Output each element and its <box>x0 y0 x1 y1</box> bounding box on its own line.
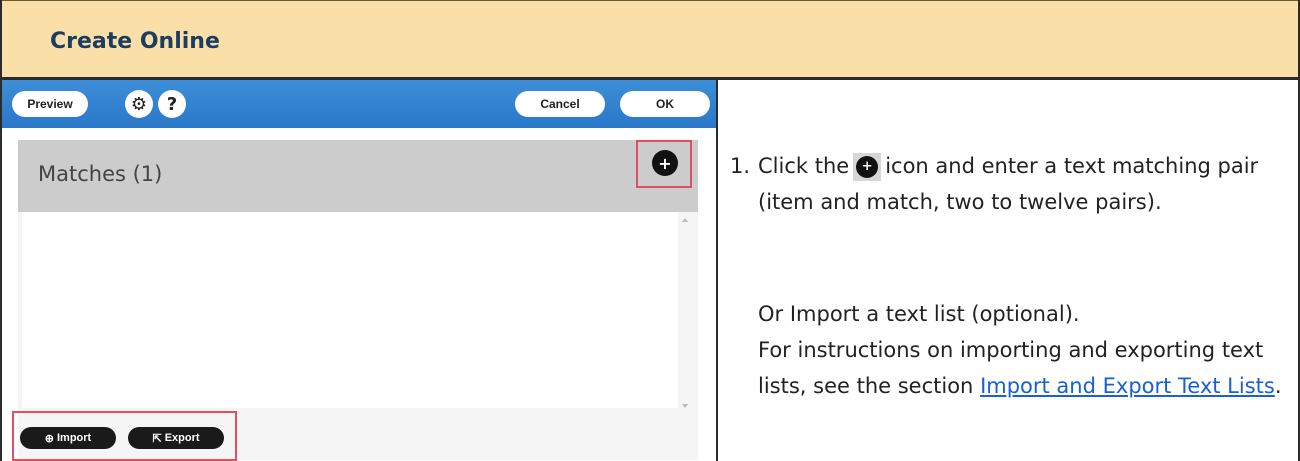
step-number: 1. <box>730 154 751 178</box>
step-text-before-icon: Click the <box>758 154 850 178</box>
editor-toolbar: Preview ⚙ ? Cancel OK <box>2 80 716 128</box>
screenshot-cell: Preview ⚙ ? Cancel OK Matches (1) + ⊕ Im… <box>2 80 716 461</box>
import-instructions: Or Import a text list (optional). For in… <box>758 296 1288 404</box>
matches-list[interactable] <box>22 212 678 408</box>
see-section-text: For instructions on importing and export… <box>758 338 1282 398</box>
table-header: Create Online <box>2 0 1298 80</box>
add-circle-icon: + <box>853 153 882 181</box>
preview-button[interactable]: Preview <box>12 91 88 117</box>
export-label: Export <box>164 432 200 444</box>
matches-panel-header: Matches (1) + <box>18 140 698 212</box>
settings-gear-icon[interactable]: ⚙ <box>125 90 153 118</box>
page-title: Create Online <box>50 29 220 54</box>
step-text: Click the + icon and enter a text matching… <box>758 148 1288 220</box>
instructions-cell: 1. Click the + icon and enter a text match… <box>718 80 1298 461</box>
scroll-down-arrow-icon[interactable] <box>682 404 688 408</box>
import-line: Or Import a text list (optional). <box>758 302 1080 326</box>
scroll-up-arrow-icon[interactable] <box>682 218 688 222</box>
add-highlight-box: + <box>636 140 692 188</box>
import-export-highlight-box: ⊕ Import ⇱ Export <box>12 411 237 461</box>
cancel-button[interactable]: Cancel <box>515 91 605 117</box>
import-export-link[interactable]: Import and Export Text Lists <box>980 374 1275 398</box>
import-icon: ⊕ <box>44 432 54 445</box>
help-icon[interactable]: ? <box>158 90 186 118</box>
export-icon: ⇱ <box>152 432 162 445</box>
instruction-table: Create Online Preview ⚙ ? Cancel OK Matc… <box>0 0 1300 461</box>
import-label: Import <box>56 432 92 444</box>
add-circle-icon[interactable]: + <box>652 150 678 176</box>
import-button[interactable]: ⊕ Import <box>20 427 116 449</box>
export-button[interactable]: ⇱ Export <box>128 427 224 449</box>
ok-button[interactable]: OK <box>620 91 710 117</box>
matches-title: Matches (1) <box>38 162 163 186</box>
